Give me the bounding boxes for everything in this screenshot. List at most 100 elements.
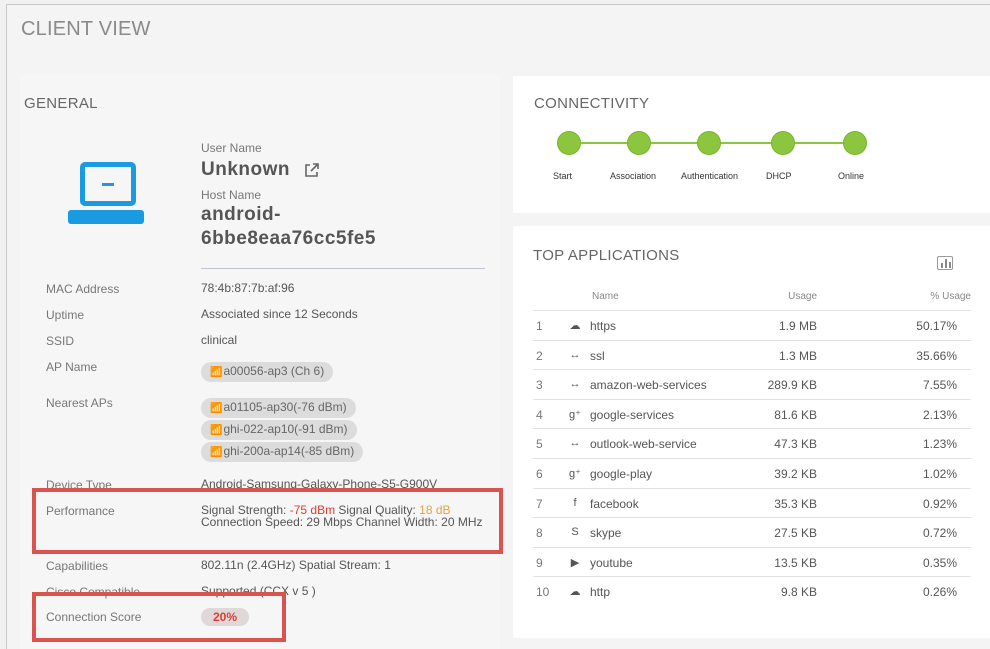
app-percent-usage: 1.23%: [922, 437, 957, 452]
capabilities-label: Capabilities: [46, 559, 109, 573]
ap-name-pill[interactable]: 📶a00056-ap3 (Ch 6): [201, 362, 334, 382]
step-label-dhcp: DHCP: [766, 171, 792, 181]
connection-score-highlight-box: [32, 592, 286, 642]
app-percent-usage: 0.35%: [922, 555, 957, 570]
google-plus-icon: g⁺: [569, 468, 581, 480]
step-label-start: Start: [553, 171, 573, 181]
host-name-label: Host Name: [201, 188, 262, 202]
host-name-line1: android-: [201, 204, 281, 225]
row-number: 9: [536, 555, 543, 570]
app-name: ssl: [590, 348, 605, 363]
table-row[interactable]: 7 f facebook 35.3 KB 0.92%: [533, 487, 971, 517]
table-row[interactable]: 10 ☁ http 9.8 KB 0.26%: [533, 576, 971, 605]
app-name: facebook: [590, 496, 639, 511]
app-percent-usage: 0.72%: [922, 526, 957, 541]
app-usage: 9.8 KB: [780, 585, 817, 600]
row-number: 7: [536, 496, 543, 511]
step-dot-authentication: [697, 131, 721, 155]
bar-chart-icon[interactable]: [937, 256, 953, 270]
app-percent-usage: 1.02%: [922, 467, 957, 481]
app-usage: 35.3 KB: [774, 496, 817, 511]
host-name-divider: [201, 268, 485, 269]
row-number: 1: [536, 319, 543, 333]
app-usage: 1.3 MB: [778, 348, 817, 363]
ssid-value: clinical: [201, 333, 238, 347]
column-header-usage[interactable]: Usage: [788, 291, 817, 302]
app-name: google-services: [590, 407, 675, 422]
row-number: 3: [536, 378, 543, 393]
mac-value: 78:4b:87:7b:af:96: [201, 281, 295, 295]
row-number: 6: [536, 467, 543, 481]
mac-label: MAC Address: [46, 282, 120, 296]
connectivity-panel: CONNECTIVITY Start Association Authentic…: [513, 76, 990, 213]
uptime-value: Associated since 12 Seconds: [201, 307, 358, 321]
app-name: https: [590, 319, 617, 333]
performance-highlight-box: [32, 488, 503, 554]
row-number: 10: [536, 585, 550, 600]
ap-name-label: AP Name: [46, 360, 98, 374]
row-number: 4: [536, 407, 543, 422]
step-dot-dhcp: [771, 131, 795, 155]
access-point-icon: 📶: [210, 425, 223, 436]
app-percent-usage: 50.17%: [916, 319, 957, 333]
cloud-icon: ☁: [569, 320, 581, 332]
nearest-aps-list: 📶a01105-ap30(-76 dBm) 📶ghi-022-ap10(-91 …: [201, 398, 491, 464]
step-dot-start: [557, 131, 581, 155]
app-name: http: [590, 585, 611, 600]
app-usage: 81.6 KB: [774, 407, 817, 422]
capabilities-value: 802.11n (2.4GHz) Spatial Stream: 1: [201, 558, 391, 572]
uptime-label: Uptime: [46, 308, 85, 322]
app-name: youtube: [590, 555, 633, 570]
cloud-icon: ☁: [569, 586, 581, 599]
external-link-icon[interactable]: [304, 162, 320, 178]
row-number: 5: [536, 437, 543, 452]
table-row[interactable]: 5 ↔ outlook-web-service 47.3 KB 1.23%: [533, 428, 971, 457]
column-header-percent-usage[interactable]: % Usage: [930, 291, 971, 302]
table-row[interactable]: 1 ☁ https 1.9 MB 50.17%: [533, 310, 971, 339]
client-identity: User Name Unknown Host Name android- 6bb…: [201, 141, 486, 250]
youtube-icon: ▶: [570, 556, 580, 569]
general-title: GENERAL: [24, 95, 98, 112]
step-label-authentication: Authentication: [681, 171, 739, 181]
nearest-ap-pill[interactable]: 📶a01105-ap30(-76 dBm): [201, 398, 356, 418]
app-percent-usage: 0.92%: [922, 496, 957, 511]
app-percent-usage: 7.55%: [922, 378, 957, 393]
top-applications-title: TOP APPLICATIONS: [533, 247, 680, 264]
app-name: skype: [590, 526, 622, 541]
app-name: google-play: [590, 467, 653, 481]
host-name-line2: 6bbe8eaa76cc5fe5: [201, 228, 376, 249]
row-number: 8: [536, 526, 543, 541]
table-row[interactable]: 9 ▶ youtube 13.5 KB 0.35%: [533, 546, 971, 576]
app-usage: 39.2 KB: [774, 467, 817, 481]
ssid-label: SSID: [46, 334, 75, 348]
access-point-icon: 📶: [210, 403, 223, 414]
app-usage: 47.3 KB: [774, 437, 817, 452]
google-plus-icon: g⁺: [569, 408, 581, 421]
nearest-ap-pill[interactable]: 📶ghi-022-ap10(-91 dBm): [201, 420, 357, 440]
table-row[interactable]: 6 g⁺ google-play 39.2 KB 1.02%: [533, 458, 971, 487]
access-point-icon: 📶: [210, 447, 223, 458]
step-dot-online: [843, 131, 867, 155]
column-header-name[interactable]: Name: [592, 291, 619, 302]
table-row[interactable]: 2 ↔ ssl 1.3 MB 35.66%: [533, 339, 971, 369]
nearest-ap-pill[interactable]: 📶ghi-200a-ap14(-85 dBm): [201, 442, 364, 462]
access-point-icon: 📶: [210, 367, 223, 378]
app-percent-usage: 2.13%: [922, 407, 957, 422]
connectivity-title: CONNECTIVITY: [534, 95, 650, 112]
app-percent-usage: 0.26%: [922, 585, 957, 600]
app-usage: 1.9 MB: [778, 319, 817, 333]
user-name-label: User Name: [201, 141, 262, 155]
row-number: 2: [536, 348, 543, 363]
table-row[interactable]: 4 g⁺ google-services 81.6 KB 2.13%: [533, 398, 971, 428]
nearest-aps-label: Nearest APs: [46, 396, 113, 410]
facebook-icon: f: [573, 496, 577, 509]
page-title: CLIENT VIEW: [21, 18, 151, 40]
app-usage: 13.5 KB: [774, 555, 817, 570]
app-percent-usage: 35.66%: [916, 348, 957, 363]
skype-icon: S: [571, 526, 579, 539]
table-row[interactable]: 8 Sskype 27.5 KB 0.72%: [533, 517, 971, 546]
table-row[interactable]: 3 ↔ amazon-web-services 289.9 KB 7.55%: [533, 369, 971, 398]
laptop-icon: [68, 158, 144, 230]
user-name-value: Unknown: [201, 159, 290, 180]
arrows-icon: ↔: [569, 348, 581, 361]
